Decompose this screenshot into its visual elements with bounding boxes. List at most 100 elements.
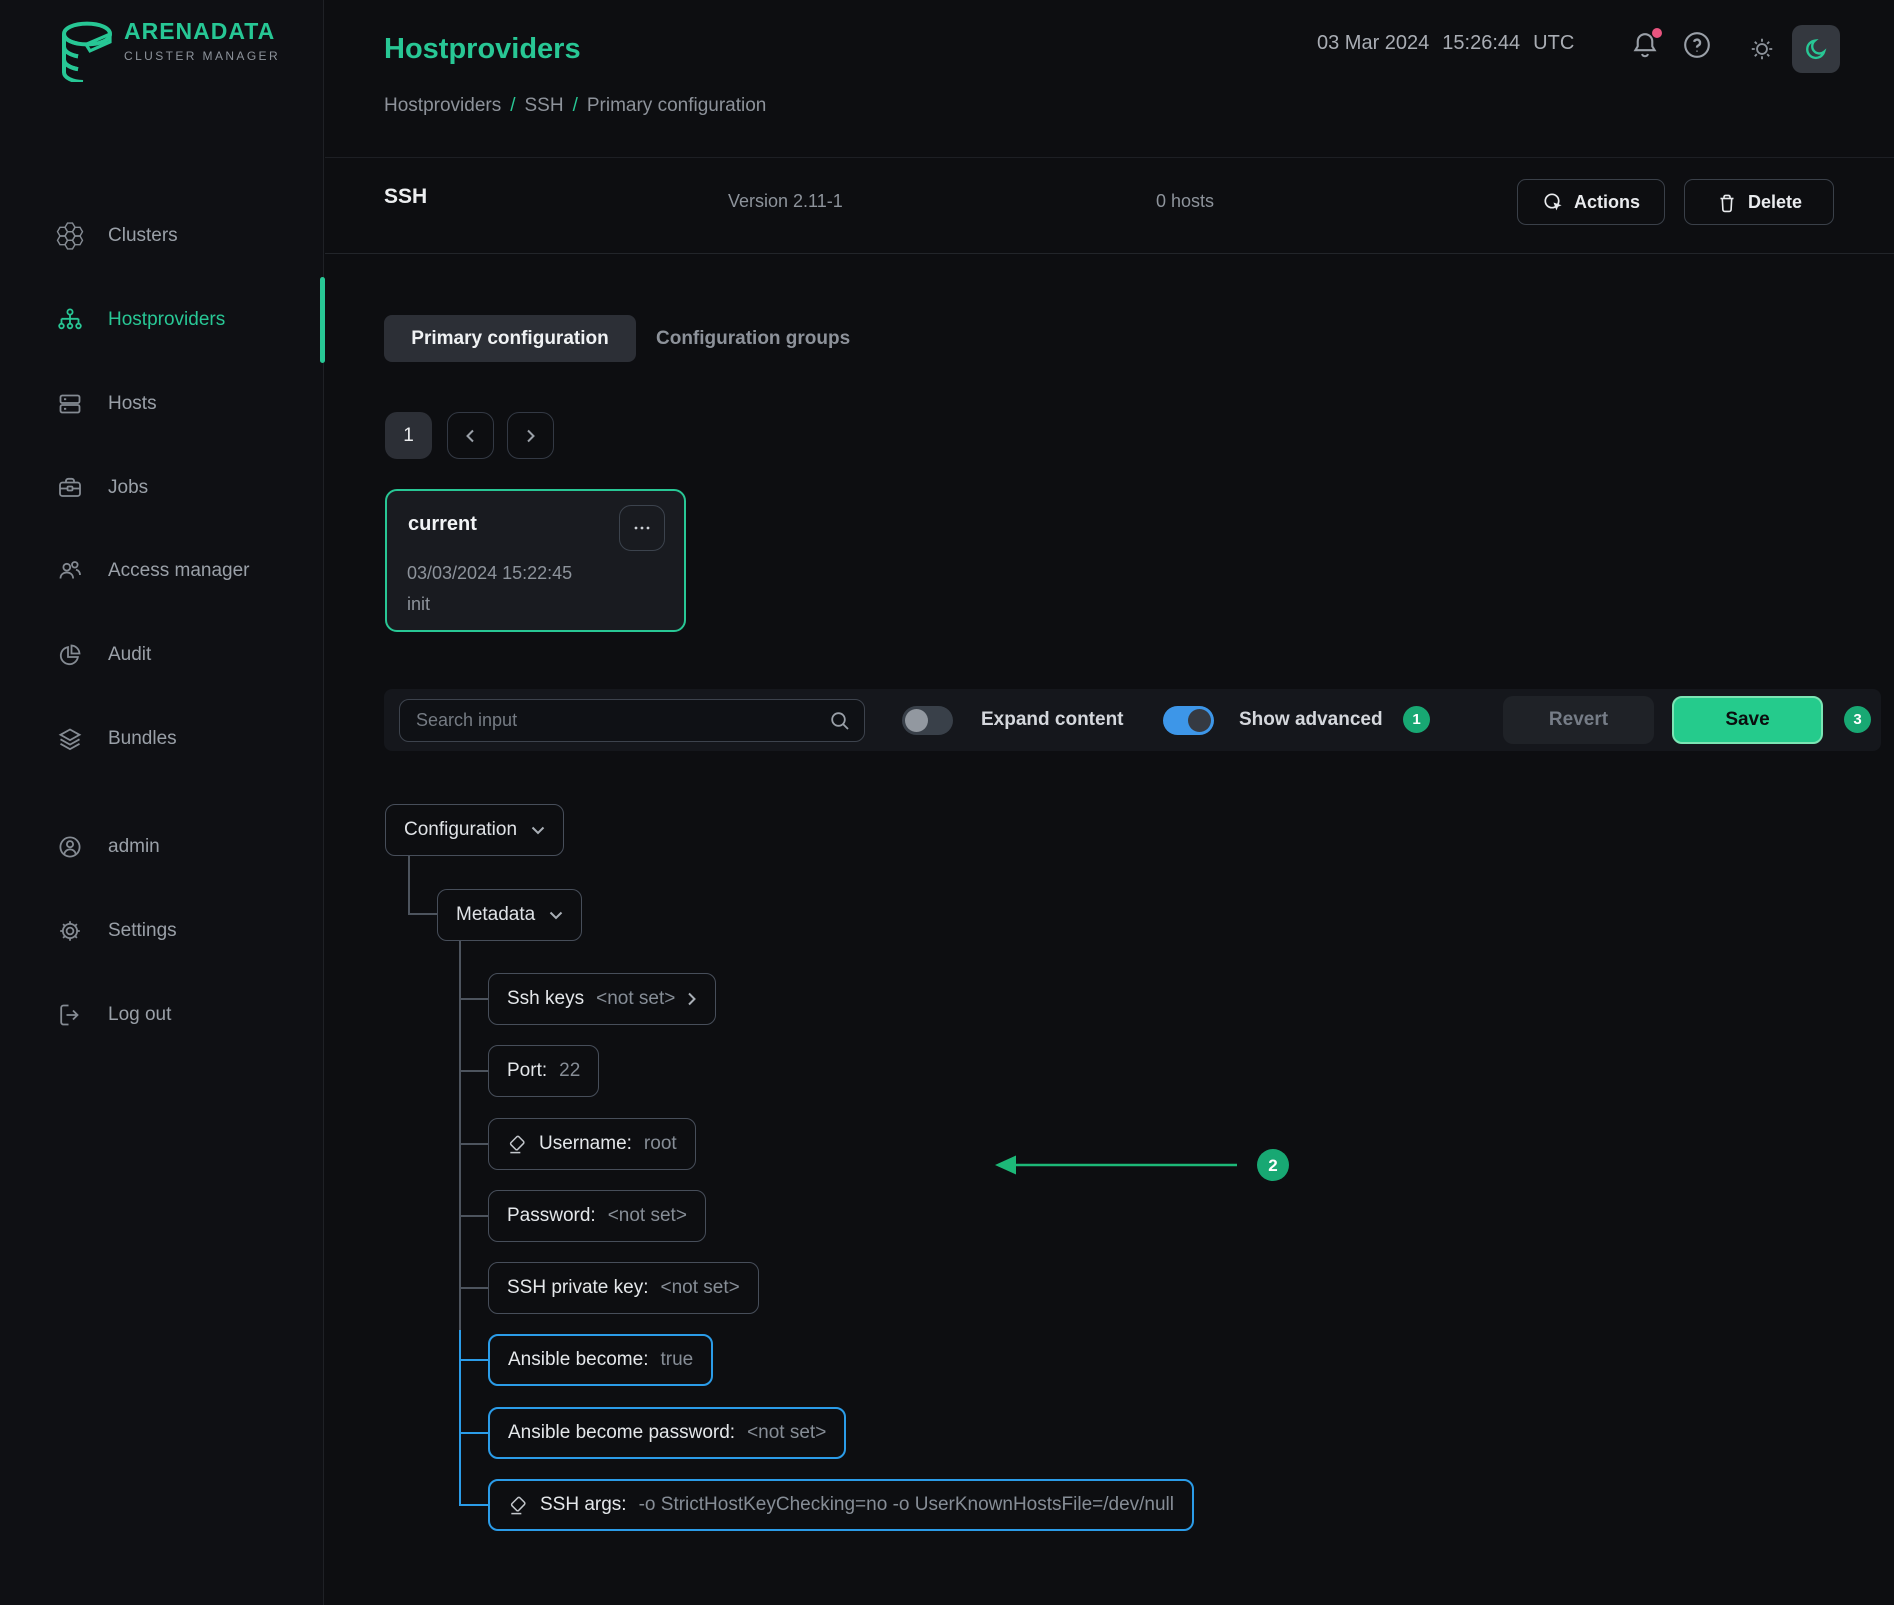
- tree-node-configuration[interactable]: Configuration: [385, 804, 564, 856]
- header-divider: [325, 157, 1894, 158]
- moon-icon: [1802, 35, 1830, 63]
- jobs-icon: [56, 474, 84, 502]
- sidebar-item-label: Jobs: [108, 477, 148, 499]
- sidebar-item-jobs[interactable]: Jobs: [0, 460, 324, 516]
- search-icon: [829, 710, 851, 732]
- tree-branch-modified: [459, 1432, 488, 1434]
- sidebar-item-audit[interactable]: Audit: [0, 627, 324, 683]
- revert-button[interactable]: Revert: [1503, 696, 1654, 744]
- sidebar-item-clusters[interactable]: Clusters: [0, 208, 324, 264]
- tab-primary-configuration[interactable]: Primary configuration: [384, 315, 636, 362]
- ellipsis-icon: [633, 525, 651, 531]
- sidebar-item-access-manager[interactable]: Access manager: [0, 543, 324, 599]
- eraser-icon: [507, 1134, 527, 1155]
- logout-icon: [56, 1001, 84, 1029]
- tree-item-password[interactable]: Password: <not set>: [488, 1190, 706, 1242]
- sidebar-item-hosts[interactable]: Hosts: [0, 376, 324, 432]
- config-version-card[interactable]: current 03/03/2024 15:22:45 init: [385, 489, 686, 632]
- notification-dot: [1652, 28, 1662, 38]
- tree-branch: [459, 998, 488, 1000]
- chevron-right-icon: [524, 429, 537, 443]
- tree-item-port[interactable]: Port: 22: [488, 1045, 599, 1097]
- show-advanced-label: Show advanced: [1239, 689, 1383, 751]
- sidebar-item-label: Clusters: [108, 225, 178, 247]
- tree-item-ansible-become[interactable]: Ansible become: true: [488, 1334, 713, 1386]
- sidebar-item-label: Access manager: [108, 560, 250, 582]
- tree-item-ssh-keys[interactable]: Ssh keys <not set>: [488, 973, 716, 1025]
- breadcrumb-ssh[interactable]: SSH: [525, 95, 564, 117]
- tree-branch: [459, 1215, 488, 1217]
- entity-hosts-count: 0 hosts: [1156, 191, 1214, 212]
- field-value: <not set>: [608, 1205, 687, 1227]
- actions-button[interactable]: Actions: [1517, 179, 1665, 225]
- field-value: 22: [559, 1060, 580, 1082]
- delete-button-label: Delete: [1748, 192, 1802, 213]
- user-icon: [56, 833, 84, 861]
- field-value: -o StrictHostKeyChecking=no -o UserKnown…: [639, 1494, 1174, 1516]
- tree-node-label: Configuration: [404, 819, 517, 841]
- hosts-icon: [56, 390, 84, 418]
- breadcrumb-hostproviders[interactable]: Hostproviders: [384, 95, 501, 117]
- show-advanced-toggle[interactable]: [1163, 706, 1214, 735]
- date-text: 03 Mar 2024: [1317, 32, 1429, 55]
- time-text: 15:26:44: [1442, 32, 1520, 55]
- field-label: Ssh keys: [507, 988, 584, 1010]
- sidebar-item-bundles[interactable]: Bundles: [0, 711, 324, 767]
- access-manager-icon: [56, 557, 84, 585]
- clusters-icon: [56, 222, 84, 250]
- annotation-arrow-2: 2: [985, 1146, 1297, 1184]
- annotation-badge-2: 2: [1268, 1156, 1277, 1175]
- config-toolbar: Expand content Show advanced 1 Revert Sa…: [384, 689, 1881, 751]
- tab-label: Configuration groups: [656, 328, 850, 350]
- help-icon[interactable]: [1681, 29, 1713, 61]
- search-input[interactable]: [400, 700, 864, 741]
- field-label: Ansible become:: [508, 1349, 648, 1371]
- breadcrumb-separator: /: [573, 95, 578, 117]
- sidebar-item-label: Settings: [108, 920, 177, 942]
- tree-branch: [459, 1143, 488, 1145]
- tree-item-ssh-args[interactable]: SSH args: -o StrictHostKeyChecking=no -o…: [488, 1479, 1194, 1531]
- timezone-text: UTC: [1533, 32, 1574, 55]
- tab-label: Primary configuration: [411, 328, 608, 350]
- chevron-down-icon: [549, 911, 563, 920]
- tree-node-metadata[interactable]: Metadata: [437, 889, 582, 941]
- sidebar-item-admin[interactable]: admin: [0, 819, 324, 875]
- tree-item-ssh-private-key[interactable]: SSH private key: <not set>: [488, 1262, 759, 1314]
- tab-configuration-groups[interactable]: Configuration groups: [656, 315, 850, 362]
- sidebar-item-label: Bundles: [108, 728, 177, 750]
- field-value: true: [660, 1349, 693, 1371]
- tree-connector: [408, 913, 437, 915]
- tree-item-username[interactable]: Username: root: [488, 1118, 696, 1170]
- pagination-prev-button[interactable]: [447, 412, 494, 459]
- tree-branch: [459, 1070, 488, 1072]
- chevron-left-icon: [464, 429, 477, 443]
- sidebar-item-hostproviders[interactable]: Hostproviders: [0, 292, 324, 348]
- expand-content-label: Expand content: [981, 689, 1124, 751]
- cursor-click-icon: [1542, 191, 1564, 213]
- annotation-badge-1: 1: [1403, 706, 1430, 733]
- light-theme-sun-icon[interactable]: [1748, 35, 1776, 63]
- expand-content-toggle[interactable]: [902, 706, 953, 735]
- config-version-title: current: [408, 513, 477, 536]
- dark-theme-moon-button[interactable]: [1792, 25, 1840, 73]
- sidebar-item-settings[interactable]: Settings: [0, 903, 324, 959]
- pagination-page-1[interactable]: 1: [385, 412, 432, 459]
- brand-text: ARENADATA CLUSTER MANAGER: [124, 18, 280, 63]
- eraser-icon: [508, 1495, 528, 1516]
- datetime: 03 Mar 2024 15:26:44 UTC: [1317, 32, 1574, 55]
- field-label: Password:: [507, 1205, 596, 1227]
- chevron-right-icon: [687, 992, 697, 1006]
- field-value: <not set>: [661, 1277, 740, 1299]
- search-field: [399, 699, 865, 742]
- card-more-button[interactable]: [619, 505, 665, 551]
- pagination-next-button[interactable]: [507, 412, 554, 459]
- breadcrumb-separator: /: [510, 95, 515, 117]
- brand-logo[interactable]: ARENADATA CLUSTER MANAGER: [58, 18, 280, 82]
- field-value: root: [644, 1133, 677, 1155]
- entity-name: SSH: [384, 185, 427, 209]
- sidebar-item-logout[interactable]: Log out: [0, 987, 324, 1043]
- save-button[interactable]: Save: [1672, 696, 1823, 744]
- sidebar-item-label: Hostproviders: [108, 309, 225, 331]
- delete-button[interactable]: Delete: [1684, 179, 1834, 225]
- tree-item-ansible-become-password[interactable]: Ansible become password: <not set>: [488, 1407, 846, 1459]
